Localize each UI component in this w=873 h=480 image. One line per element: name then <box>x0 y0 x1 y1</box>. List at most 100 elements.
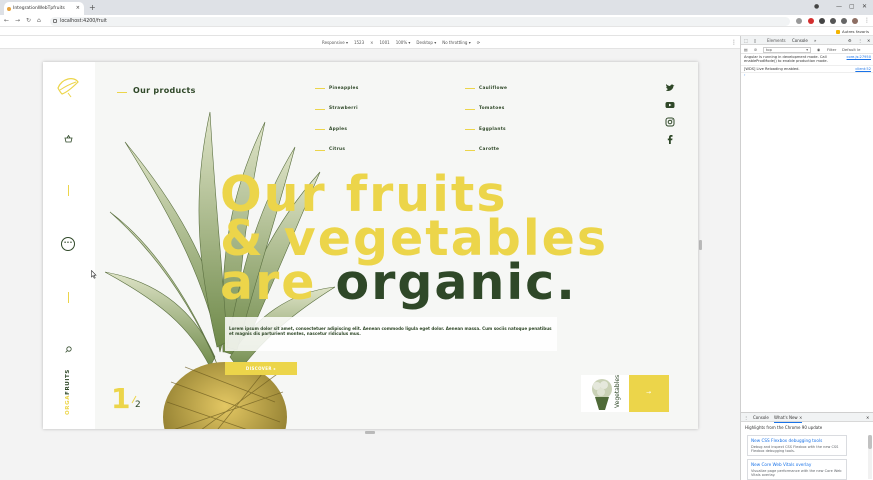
arrow-right-icon: → <box>646 389 652 396</box>
our-products-title: Our products <box>133 86 196 95</box>
nav-dash <box>315 129 325 130</box>
message-source-link[interactable]: client:52 <box>855 67 871 71</box>
nav-link-strawberri[interactable]: Strawberri <box>329 106 358 111</box>
more-menu-icon[interactable]: ••• <box>61 237 75 251</box>
throttle-select[interactable]: No throttling ▾ <box>442 40 471 45</box>
devtools-menu-icon[interactable]: ⋮ <box>858 36 862 45</box>
drawer-tab-whats-new[interactable]: What's New × <box>774 413 803 423</box>
console-filter[interactable]: Filter <box>827 45 836 54</box>
favicon-icon <box>7 6 11 11</box>
basket-icon[interactable] <box>64 135 73 143</box>
download-icon[interactable] <box>819 18 825 24</box>
description-box: Lorem ipsum dolor sit amet, consectetuer… <box>225 317 557 351</box>
bookmarks-list: ApplicationsRoll20 table de jeu...Espace… <box>4 27 824 35</box>
other-bookmarks[interactable]: Autres favoris <box>836 27 869 35</box>
times-label: × <box>370 40 374 45</box>
twitter-icon[interactable] <box>665 83 675 93</box>
resize-handle-right[interactable] <box>699 240 702 250</box>
devtools-tabbar: ⬚ ▯ Elements Console » ⚙ ⋮ ✕ <box>741 36 873 46</box>
whats-new-heading: Highlights from the Chrome 90 update <box>745 425 823 430</box>
eye-icon[interactable]: ◉ <box>817 45 820 54</box>
search-icon[interactable] <box>65 346 72 353</box>
mode-select[interactable]: Desktop ▾ <box>416 40 436 45</box>
maximize-icon[interactable]: ▢ <box>849 1 855 13</box>
facebook-icon[interactable] <box>665 134 675 144</box>
browser-tab[interactable]: IntegrationWebTpfruits × <box>4 2 84 15</box>
drawer-menu-icon[interactable]: ⋮ <box>744 413 748 422</box>
divider <box>68 185 69 196</box>
rotate-icon[interactable]: ⟳ <box>477 40 480 45</box>
next-button[interactable]: → <box>629 375 669 412</box>
tab-elements[interactable]: Elements <box>767 36 786 45</box>
star-icon[interactable] <box>796 18 802 24</box>
levels-select[interactable]: Default le <box>842 45 860 54</box>
card-description: Debug and inspect CSS Flexbox with the n… <box>751 445 839 454</box>
youtube-icon[interactable] <box>665 100 675 110</box>
resize-handle-bottom[interactable] <box>365 431 375 434</box>
close-devtools-icon[interactable]: ✕ <box>867 36 870 45</box>
nav-link-citrus[interactable]: Citrus <box>329 147 345 152</box>
whats-new-card[interactable]: New CSS Flexbox debugging tools Debug and… <box>747 435 847 456</box>
discover-button[interactable]: DISCOVER ▸ <box>225 362 297 375</box>
device-toolbar-controls: Responsive ▾ 1523 × 1001 100% ▾ Desktop … <box>322 36 480 49</box>
settings-gear-icon[interactable]: ⚙ <box>848 36 852 45</box>
nav-dash <box>465 129 475 130</box>
console-prompt[interactable]: › <box>741 73 873 77</box>
reload-icon[interactable]: ↻ <box>26 15 31 27</box>
drawer-tabbar: ⋮ Console What's New × ✕ <box>741 413 873 423</box>
close-drawer-icon[interactable]: ✕ <box>866 413 869 422</box>
message-source-link[interactable]: core.js:27950 <box>847 55 871 59</box>
info-icon[interactable] <box>53 19 57 23</box>
whats-new-card[interactable]: New Core Web Vitals overlay Visualize pag… <box>747 459 847 480</box>
sidebar: ••• ORGAFRUITS <box>43 62 95 429</box>
drawer-tab-console[interactable]: Console <box>753 413 769 422</box>
instagram-icon[interactable] <box>665 117 675 127</box>
media-icon[interactable] <box>841 18 847 24</box>
avatar[interactable] <box>852 18 858 24</box>
nav-dash <box>315 149 325 151</box>
nav-link-tomatoes[interactable]: Tomatoes <box>479 106 505 111</box>
brand-text: FRUITS <box>65 369 71 395</box>
back-icon[interactable]: ← <box>4 15 9 27</box>
page-total: 2 <box>135 400 141 410</box>
nav-link-cauliflowe[interactable]: Cauliflowe <box>479 86 507 91</box>
drawer-scrollbar[interactable] <box>868 435 872 479</box>
close-tab-icon[interactable]: × <box>76 2 80 15</box>
description-text: Lorem ipsum dolor sit amet, consectetuer… <box>229 326 552 337</box>
new-tab-button[interactable]: + <box>89 2 96 13</box>
message-text: Angular is running in development mode. … <box>744 55 828 64</box>
nav-dash <box>315 108 325 110</box>
forward-icon[interactable]: → <box>15 15 20 27</box>
nav-link-eggplants[interactable]: Eggplants <box>479 127 506 132</box>
nav-link-pineapples[interactable]: Pineapples <box>329 86 359 91</box>
extensions-puzzle-icon[interactable] <box>830 18 836 24</box>
close-window-icon[interactable]: ✕ <box>862 1 867 13</box>
cursor-icon <box>91 270 97 279</box>
logo-leaf-icon[interactable] <box>56 76 80 98</box>
device-select[interactable]: Responsive ▾ <box>322 40 348 45</box>
divider <box>68 292 69 303</box>
card-title[interactable]: New CSS Flexbox debugging tools <box>751 438 822 443</box>
menu-icon[interactable]: ⋮ <box>864 15 870 27</box>
nav-link-carotte[interactable]: Carotte <box>479 147 499 152</box>
hero-line-3-start: are <box>220 254 336 311</box>
bookmarks-bar: ApplicationsRoll20 table de jeu...Espace… <box>0 27 873 36</box>
height-input[interactable]: 1001 <box>380 40 390 45</box>
card-title[interactable]: New Core Web Vitals overlay <box>751 462 811 467</box>
extension-icon[interactable] <box>808 18 814 24</box>
minimize-icon[interactable]: — <box>836 1 842 13</box>
nav-link-apples[interactable]: Apples <box>329 127 347 132</box>
sidebar-toggle-icon[interactable]: ▤ <box>744 45 748 54</box>
more-options-icon[interactable]: ⋮ <box>731 36 737 49</box>
zoom-select[interactable]: 100% ▾ <box>396 40 411 45</box>
clear-console-icon[interactable]: ⊘ <box>754 45 757 54</box>
cauliflower-image <box>592 379 612 410</box>
home-icon[interactable]: ⌂ <box>37 15 41 27</box>
inspect-icon[interactable]: ⬚ <box>744 36 748 45</box>
context-select[interactable]: top ▾ <box>763 46 811 53</box>
url-field[interactable]: localhost:4200/fruit <box>50 16 790 26</box>
device-toggle-icon[interactable]: ▯ <box>754 36 756 45</box>
more-tabs-icon[interactable]: » <box>814 36 816 45</box>
profile-icon[interactable]: ● <box>814 1 819 13</box>
width-input[interactable]: 1523 <box>354 40 364 45</box>
